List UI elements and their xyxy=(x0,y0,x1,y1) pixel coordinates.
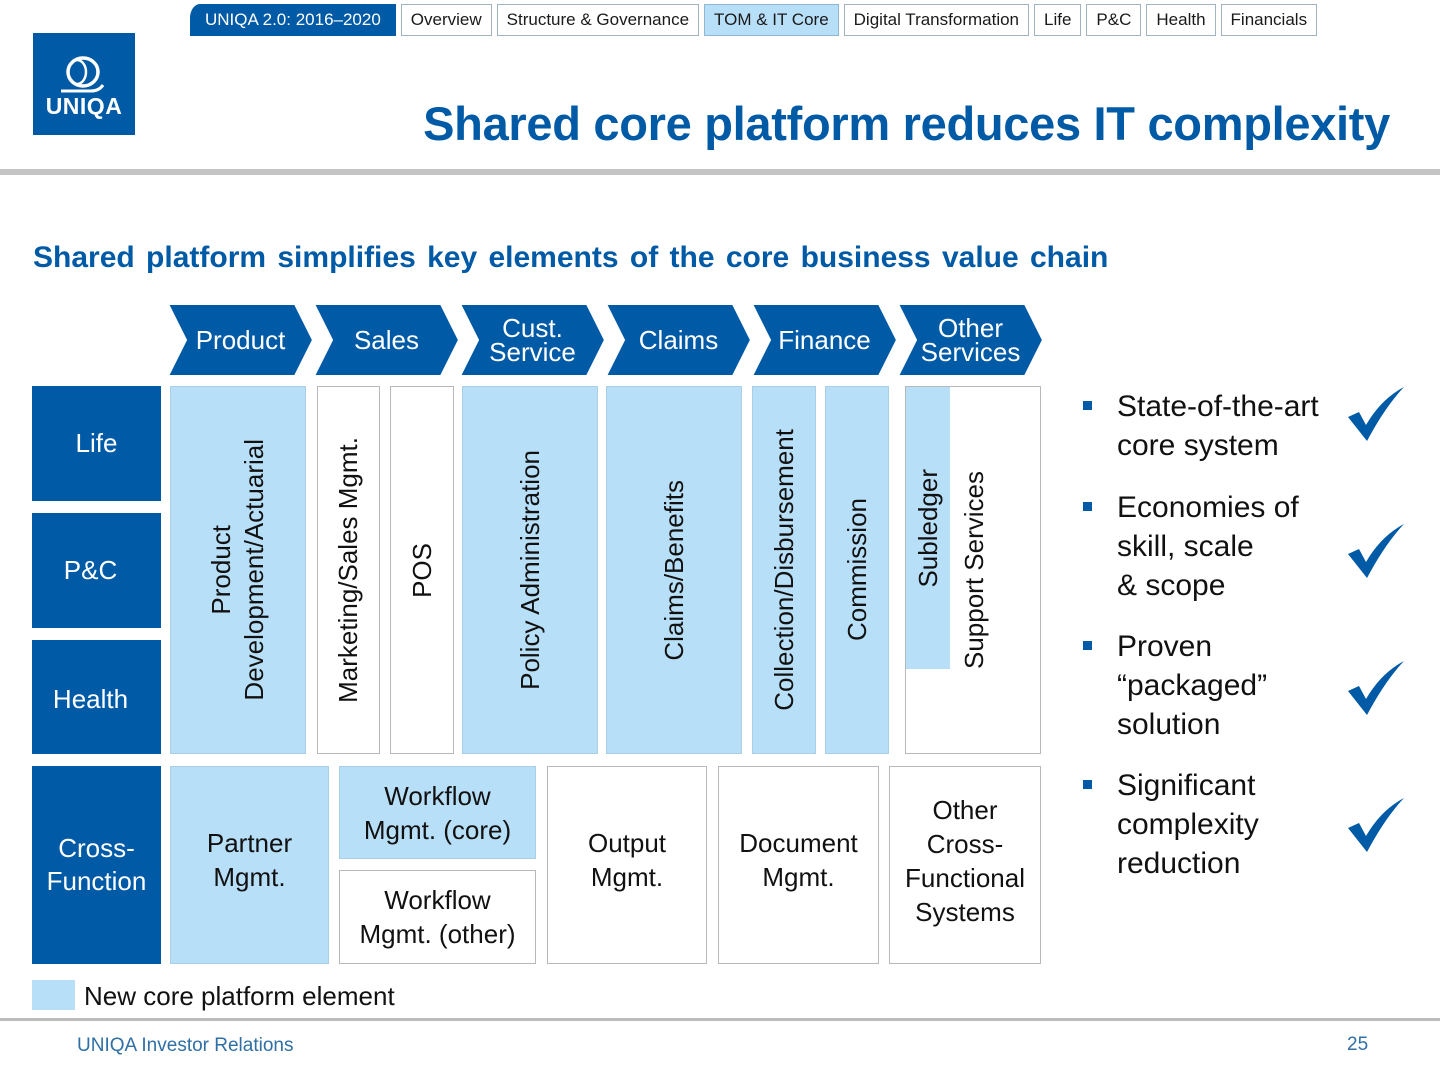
row-label-text: Health xyxy=(52,684,129,714)
uniqa-logo: UNIQA xyxy=(33,33,135,135)
checkmark-icon xyxy=(1348,524,1404,578)
element-label: Commission xyxy=(841,498,872,642)
nav-tab-digital-transformation[interactable]: Digital Transformation xyxy=(843,4,1029,36)
element-label: Other Cross- Functional Systems xyxy=(905,795,1025,927)
page-title: Shared core platform reduces IT complexi… xyxy=(423,97,1390,150)
nav-tab-pc[interactable]: P&C xyxy=(1086,4,1142,36)
benefit-text: Economies of skill, scale & scope xyxy=(1117,491,1299,602)
nav-tab-overview[interactable]: Overview xyxy=(400,4,492,36)
nav-tab-health[interactable]: Health xyxy=(1146,4,1216,36)
stage-label: Claims xyxy=(638,325,719,355)
page-number: 25 xyxy=(1347,1034,1369,1055)
footer-divider xyxy=(0,1018,1440,1021)
stage-product: Product xyxy=(184,304,297,376)
element-label: Workflow Mgmt. (other) xyxy=(359,885,516,949)
checkmark-icon xyxy=(1348,661,1404,715)
element-workflow-mgmt-other: Workflow Mgmt. (other) xyxy=(339,870,536,964)
element-policy-administration: Policy Administration xyxy=(462,386,598,754)
element-label: Product Development/Actuarial xyxy=(206,439,269,701)
row-label-text: Life xyxy=(75,428,118,458)
element-workflow-mgmt-core: Workflow Mgmt. (core) xyxy=(339,766,536,859)
nav-tab-life[interactable]: Life xyxy=(1034,4,1082,36)
element-commission: Commission xyxy=(825,386,889,754)
element-other-cross-functional-systems: Other Cross- Functional Systems xyxy=(889,766,1041,964)
element-product-development-actuarial: Product Development/Actuarial xyxy=(170,386,306,754)
bullet-square-icon xyxy=(1083,780,1092,789)
row-label-text: P&C xyxy=(63,555,118,585)
logo-text: UNIQA xyxy=(45,93,123,119)
legend-swatch-new-platform xyxy=(32,980,75,1010)
element-label: Workflow Mgmt. (core) xyxy=(363,780,512,845)
element-document-mgmt: Document Mgmt. xyxy=(718,766,879,964)
row-label-health: Health xyxy=(32,640,161,754)
stage-label: Finance xyxy=(778,325,871,355)
element-claims-benefits: Claims/Benefits xyxy=(606,386,742,754)
stage-sales: Sales xyxy=(330,304,443,376)
bullet-square-icon xyxy=(1083,502,1092,511)
element-subledger: Subledger xyxy=(906,387,950,669)
legend-label: New core platform element xyxy=(84,981,395,1011)
element-label: Document Mgmt. xyxy=(739,828,858,892)
stage-claims: Claims xyxy=(622,304,735,376)
value-chain: Product Sales Cust. Service Claims Finan… xyxy=(168,304,1073,376)
top-navigation: UNIQA 2.0: 2016–2020 Overview Structure … xyxy=(190,4,1318,36)
element-label: Claims/Benefits xyxy=(658,479,689,661)
section-subtitle: Shared platform simplifies key elements … xyxy=(33,241,1109,274)
element-collection-disbursement: Collection/Disbursement xyxy=(752,386,816,754)
element-label: Partner Mgmt. xyxy=(206,828,293,892)
nav-tab-uniqa-2-0[interactable]: UNIQA 2.0: 2016–2020 xyxy=(190,4,396,36)
checkmark-icon xyxy=(1348,387,1404,441)
element-partner-mgmt: Partner Mgmt. xyxy=(170,766,329,964)
row-label-pc: P&C xyxy=(32,513,161,628)
element-label: POS xyxy=(406,542,437,598)
row-label-text: Cross- Function xyxy=(46,833,147,896)
stage-label: Other Services xyxy=(920,313,1021,367)
row-label-cross-function: Cross- Function xyxy=(32,766,161,964)
element-pos: POS xyxy=(390,386,454,754)
footer-label: UNIQA Investor Relations xyxy=(77,1035,294,1056)
bullet-square-icon xyxy=(1083,401,1092,410)
title-divider xyxy=(0,169,1440,175)
nav-tab-financials[interactable]: Financials xyxy=(1220,4,1318,36)
nav-tab-structure-governance[interactable]: Structure & Governance xyxy=(496,4,700,36)
benefit-text: Proven “packaged” solution xyxy=(1117,630,1268,741)
element-label: Output Mgmt. xyxy=(587,828,667,892)
stage-label: Sales xyxy=(353,325,420,355)
element-label: Marketing/Sales Mgmt. xyxy=(333,437,363,703)
element-support-services: Subledger Support Services xyxy=(905,386,1041,754)
element-label: Collection/Disbursement xyxy=(768,429,799,711)
stage-finance: Finance xyxy=(768,304,881,376)
bullet-square-icon xyxy=(1083,641,1092,650)
stage-customer-service: Cust. Service xyxy=(476,304,589,376)
element-label: Support Services xyxy=(959,471,989,669)
nav-tab-tom-it-core[interactable]: TOM & IT Core xyxy=(704,4,839,36)
stage-label: Cust. Service xyxy=(489,313,576,367)
row-label-life: Life xyxy=(32,386,161,501)
checkmark-icon xyxy=(1348,798,1404,852)
benefit-text: Significant complexity reduction xyxy=(1117,769,1259,880)
element-marketing-sales-mgmt: Marketing/Sales Mgmt. xyxy=(317,386,380,754)
element-output-mgmt: Output Mgmt. xyxy=(547,766,707,964)
element-label: Policy Administration xyxy=(514,450,545,690)
stage-other-services: Other Services xyxy=(914,304,1027,376)
benefit-text: State-of-the-art core system xyxy=(1117,390,1319,462)
element-label: Subledger xyxy=(912,468,943,588)
stage-label: Product xyxy=(195,325,286,355)
